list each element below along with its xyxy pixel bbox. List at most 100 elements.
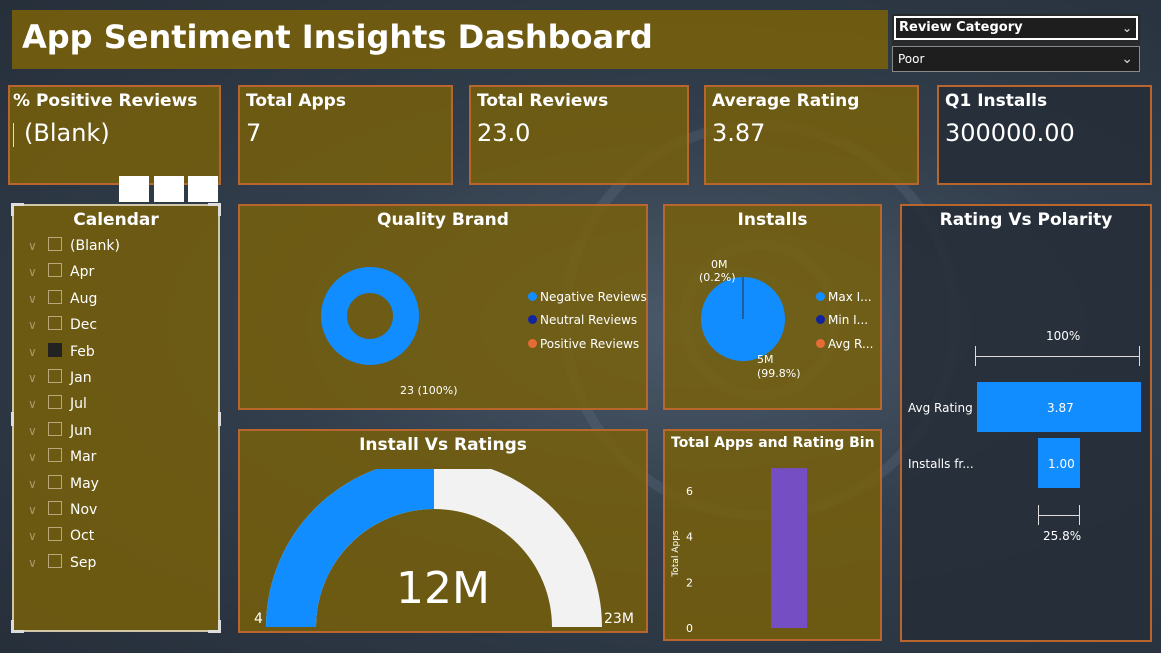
resize-handle[interactable]	[11, 203, 24, 216]
checkbox[interactable]	[48, 395, 62, 410]
calendar-item[interactable]: ∨ Jun	[28, 421, 92, 442]
calendar-item[interactable]: ∨ Apr	[28, 263, 94, 283]
calendar-title: Calendar	[73, 210, 159, 230]
resize-handle[interactable]	[11, 620, 24, 633]
bar-data-label: 1.00	[1048, 457, 1075, 471]
kpi-card-average-rating: Average Rating 3.87	[704, 85, 919, 185]
legend-label: Negative Reviews	[540, 290, 647, 304]
review-category-dropdown[interactable]: Poor ⌄	[892, 46, 1140, 72]
title-bar: App Sentiment Insights Dashboard	[12, 10, 888, 69]
chevron-down-icon[interactable]: ∨	[28, 503, 48, 517]
chevron-down-icon[interactable]: ∨	[28, 371, 48, 385]
checkbox[interactable]	[48, 553, 62, 568]
checkbox[interactable]	[48, 237, 62, 251]
text-cursor	[13, 123, 14, 147]
y-tick-label: 4	[686, 531, 693, 544]
installs-pie[interactable]	[699, 275, 787, 363]
total-apps-rating-bin-panel: Total Apps and Rating Bin 0 2 4 6 Total Apps	[663, 429, 882, 641]
checkbox[interactable]	[48, 448, 62, 463]
legend-label: Max I...	[828, 290, 872, 304]
calendar-item[interactable]: ∨ Aug	[28, 289, 98, 310]
calendar-item-label: Mar	[70, 449, 97, 466]
quality-brand-donut[interactable]	[320, 266, 420, 366]
calendar-item[interactable]: ∨ Jul	[28, 395, 87, 415]
donut-data-label: 23 (100%)	[400, 384, 458, 397]
calendar-item-label: Aug	[70, 290, 98, 307]
review-category-slicer: Review Category ⌄ Poor ⌄	[892, 14, 1140, 72]
calendar-item[interactable]: ∨ Oct	[28, 527, 94, 547]
legend-item[interactable]: Max I...	[816, 290, 872, 304]
visual-header-button[interactable]	[154, 176, 184, 202]
legend-item[interactable]: Positive Reviews	[528, 337, 639, 351]
chevron-down-icon[interactable]: ∨	[28, 424, 48, 438]
checkbox[interactable]	[48, 263, 62, 278]
legend-label: Neutral Reviews	[540, 313, 638, 327]
checkbox[interactable]	[48, 369, 62, 383]
calendar-item-label: Nov	[70, 502, 98, 518]
checkbox[interactable]	[48, 289, 62, 304]
calendar-item[interactable]: ∨ Feb	[28, 342, 95, 363]
legend-label: Positive Reviews	[540, 337, 640, 351]
checkbox[interactable]	[48, 421, 62, 436]
legend-dot	[528, 339, 537, 348]
chevron-down-icon: ⌄	[1121, 51, 1133, 67]
chevron-down-icon[interactable]: ∨	[28, 318, 48, 332]
checkbox[interactable]	[48, 342, 62, 357]
bracket-line	[975, 356, 1139, 357]
visual-header-button[interactable]	[188, 176, 218, 202]
calendar-item-label: Oct	[70, 528, 95, 545]
calendar-item[interactable]: ∨ Nov	[28, 501, 97, 521]
panel-title: Quality Brand	[377, 210, 509, 230]
visual-header-button[interactable]	[119, 176, 149, 202]
kpi-label: Q1 Installs	[945, 91, 1048, 111]
checkbox[interactable]	[48, 501, 62, 515]
legend-item[interactable]: Negative Reviews	[528, 290, 647, 304]
calendar-item[interactable]: ∨ Dec	[28, 316, 97, 336]
kpi-label: % Positive Reviews	[13, 91, 198, 111]
chevron-down-icon[interactable]: ∨	[28, 556, 48, 570]
bracket-tick	[1038, 505, 1039, 525]
calendar-item[interactable]: ∨ (Blank)	[28, 237, 120, 257]
chevron-down-icon[interactable]: ∨	[28, 397, 48, 411]
resize-handle[interactable]	[208, 203, 221, 216]
resize-handle[interactable]	[218, 412, 221, 426]
calendar-item[interactable]: ∨ Sep	[28, 553, 96, 574]
kpi-value: 23.0	[477, 119, 531, 147]
calendar-item-label: Jan	[70, 370, 92, 386]
chevron-down-icon[interactable]: ∨	[28, 292, 48, 306]
legend-item[interactable]: Avg R...	[816, 337, 873, 351]
top-percent-label: 100%	[1046, 329, 1081, 343]
kpi-card-positive-reviews: % Positive Reviews (Blank)	[8, 85, 221, 185]
bracket-tick	[975, 346, 976, 366]
chevron-down-icon[interactable]: ∨	[28, 239, 48, 253]
calendar-item[interactable]: ∨ Mar	[28, 448, 96, 468]
y-tick-label: 0	[686, 622, 693, 635]
installs-panel: Installs 0M (0.2%) 5M (99.8%) Max I... M…	[663, 204, 882, 410]
legend-dot	[528, 315, 537, 324]
chevron-down-icon[interactable]: ∨	[28, 529, 48, 543]
pie-label-max-pct: (99.8%)	[757, 367, 801, 380]
resize-handle[interactable]	[11, 412, 14, 426]
chevron-down-icon[interactable]: ∨	[28, 265, 48, 279]
y-tick-label: 2	[686, 576, 693, 589]
checkbox[interactable]	[48, 316, 62, 331]
checkbox[interactable]	[48, 527, 62, 542]
slicer-header[interactable]: Review Category ⌄	[894, 16, 1138, 40]
checkbox[interactable]	[48, 474, 62, 489]
bar-category-label: Installs fr...	[908, 457, 974, 471]
chevron-down-icon[interactable]: ∨	[28, 477, 48, 491]
chevron-down-icon[interactable]: ∨	[28, 450, 48, 464]
legend-dot	[816, 292, 825, 301]
panel-title: Installs	[737, 210, 808, 230]
kpi-value: 3.87	[712, 119, 766, 147]
total-apps-bar-chart[interactable]: 0 2 4 6 Total Apps	[665, 431, 880, 639]
legend-item[interactable]: Min I...	[816, 313, 868, 327]
calendar-item[interactable]: ∨ Jan	[28, 369, 92, 389]
bar[interactable]	[771, 468, 807, 628]
resize-handle[interactable]	[208, 620, 221, 633]
calendar-item-label: Apr	[70, 264, 95, 281]
chevron-down-icon[interactable]: ∨	[28, 345, 48, 359]
bracket-tick	[1079, 505, 1080, 525]
legend-item[interactable]: Neutral Reviews	[528, 313, 637, 327]
calendar-item[interactable]: ∨ May	[28, 474, 99, 495]
